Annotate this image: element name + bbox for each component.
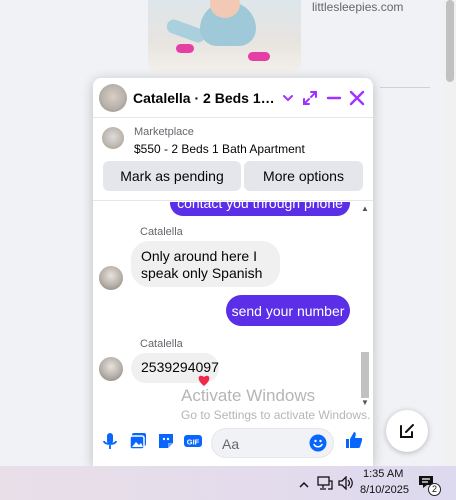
message-scrollbar[interactable]: ▲ ▼ [359, 202, 371, 412]
sender-name: Catalella [140, 226, 183, 238]
scrollbar-thumb[interactable] [361, 352, 369, 398]
avatar[interactable] [99, 357, 123, 381]
compose-icon [400, 424, 414, 438]
gif-icon[interactable]: GIF [183, 431, 203, 451]
post-domain[interactable]: littlesleepies.com [312, 0, 403, 14]
divider [380, 87, 430, 88]
avatar[interactable] [99, 84, 127, 112]
svg-text:GIF: GIF [187, 438, 200, 447]
composer: GIF Aa [93, 423, 373, 466]
expand-icon[interactable] [301, 89, 319, 107]
taskbar-time[interactable]: 1:35 AM [363, 468, 403, 480]
scroll-down-icon[interactable]: ▼ [359, 398, 371, 408]
mark-as-pending-button[interactable]: Mark as pending [103, 161, 241, 191]
sticker-icon[interactable] [156, 431, 176, 451]
more-options-button[interactable]: More options [244, 161, 363, 191]
chat-title[interactable]: Catalella · 2 Beds 1 Bathroom Apartment [133, 90, 275, 106]
message-input-placeholder: Aa [222, 436, 240, 452]
message-list[interactable]: contact you through phone Catalella Only… [93, 202, 373, 412]
scroll-up-icon[interactable]: ▲ [359, 204, 371, 214]
message-bubble-outgoing[interactable]: contact you through phone [170, 202, 350, 216]
listing-title[interactable]: $550 - 2 Beds 1 Bath Apartment [134, 142, 305, 156]
message-text-line: Only around here I [141, 248, 257, 264]
activate-windows-title: Activate Windows [181, 386, 316, 405]
photo-icon[interactable] [128, 431, 148, 451]
listing-thumbnail[interactable] [102, 127, 124, 149]
volume-icon[interactable] [338, 476, 354, 490]
message-input[interactable]: Aa [211, 428, 334, 458]
page-scrollbar-thumb[interactable] [446, 0, 454, 82]
listing-source: Marketplace [134, 126, 194, 138]
listing-card: Marketplace $550 - 2 Beds 1 Bath Apartme… [93, 119, 373, 201]
message-text-line: speak only Spanish [141, 265, 263, 281]
sender-name: Catalella [140, 338, 183, 350]
close-icon[interactable] [348, 89, 366, 107]
avatar[interactable] [99, 266, 123, 290]
activate-windows-subtitle: Go to Settings to activate Windows. [181, 408, 371, 422]
message-bubble-outgoing[interactable]: send your number [226, 295, 350, 326]
message-bubble-incoming[interactable]: Only around here I speak only Spanish [131, 241, 280, 287]
post-photo[interactable] [148, 0, 301, 72]
chevron-down-icon[interactable] [279, 89, 297, 107]
notification-count-badge: 2 [428, 483, 441, 496]
chat-header: Catalella · 2 Beds 1 Bathroom Apartment [93, 78, 373, 118]
new-message-button[interactable] [386, 410, 428, 452]
microphone-icon[interactable] [100, 431, 120, 451]
emoji-icon[interactable] [309, 434, 327, 452]
taskbar-date[interactable]: 8/10/2025 [360, 484, 409, 496]
network-icon[interactable] [317, 476, 333, 490]
minimize-icon[interactable] [325, 89, 343, 107]
chevron-up-icon[interactable] [298, 478, 310, 492]
thumbs-up-icon[interactable] [344, 430, 364, 450]
